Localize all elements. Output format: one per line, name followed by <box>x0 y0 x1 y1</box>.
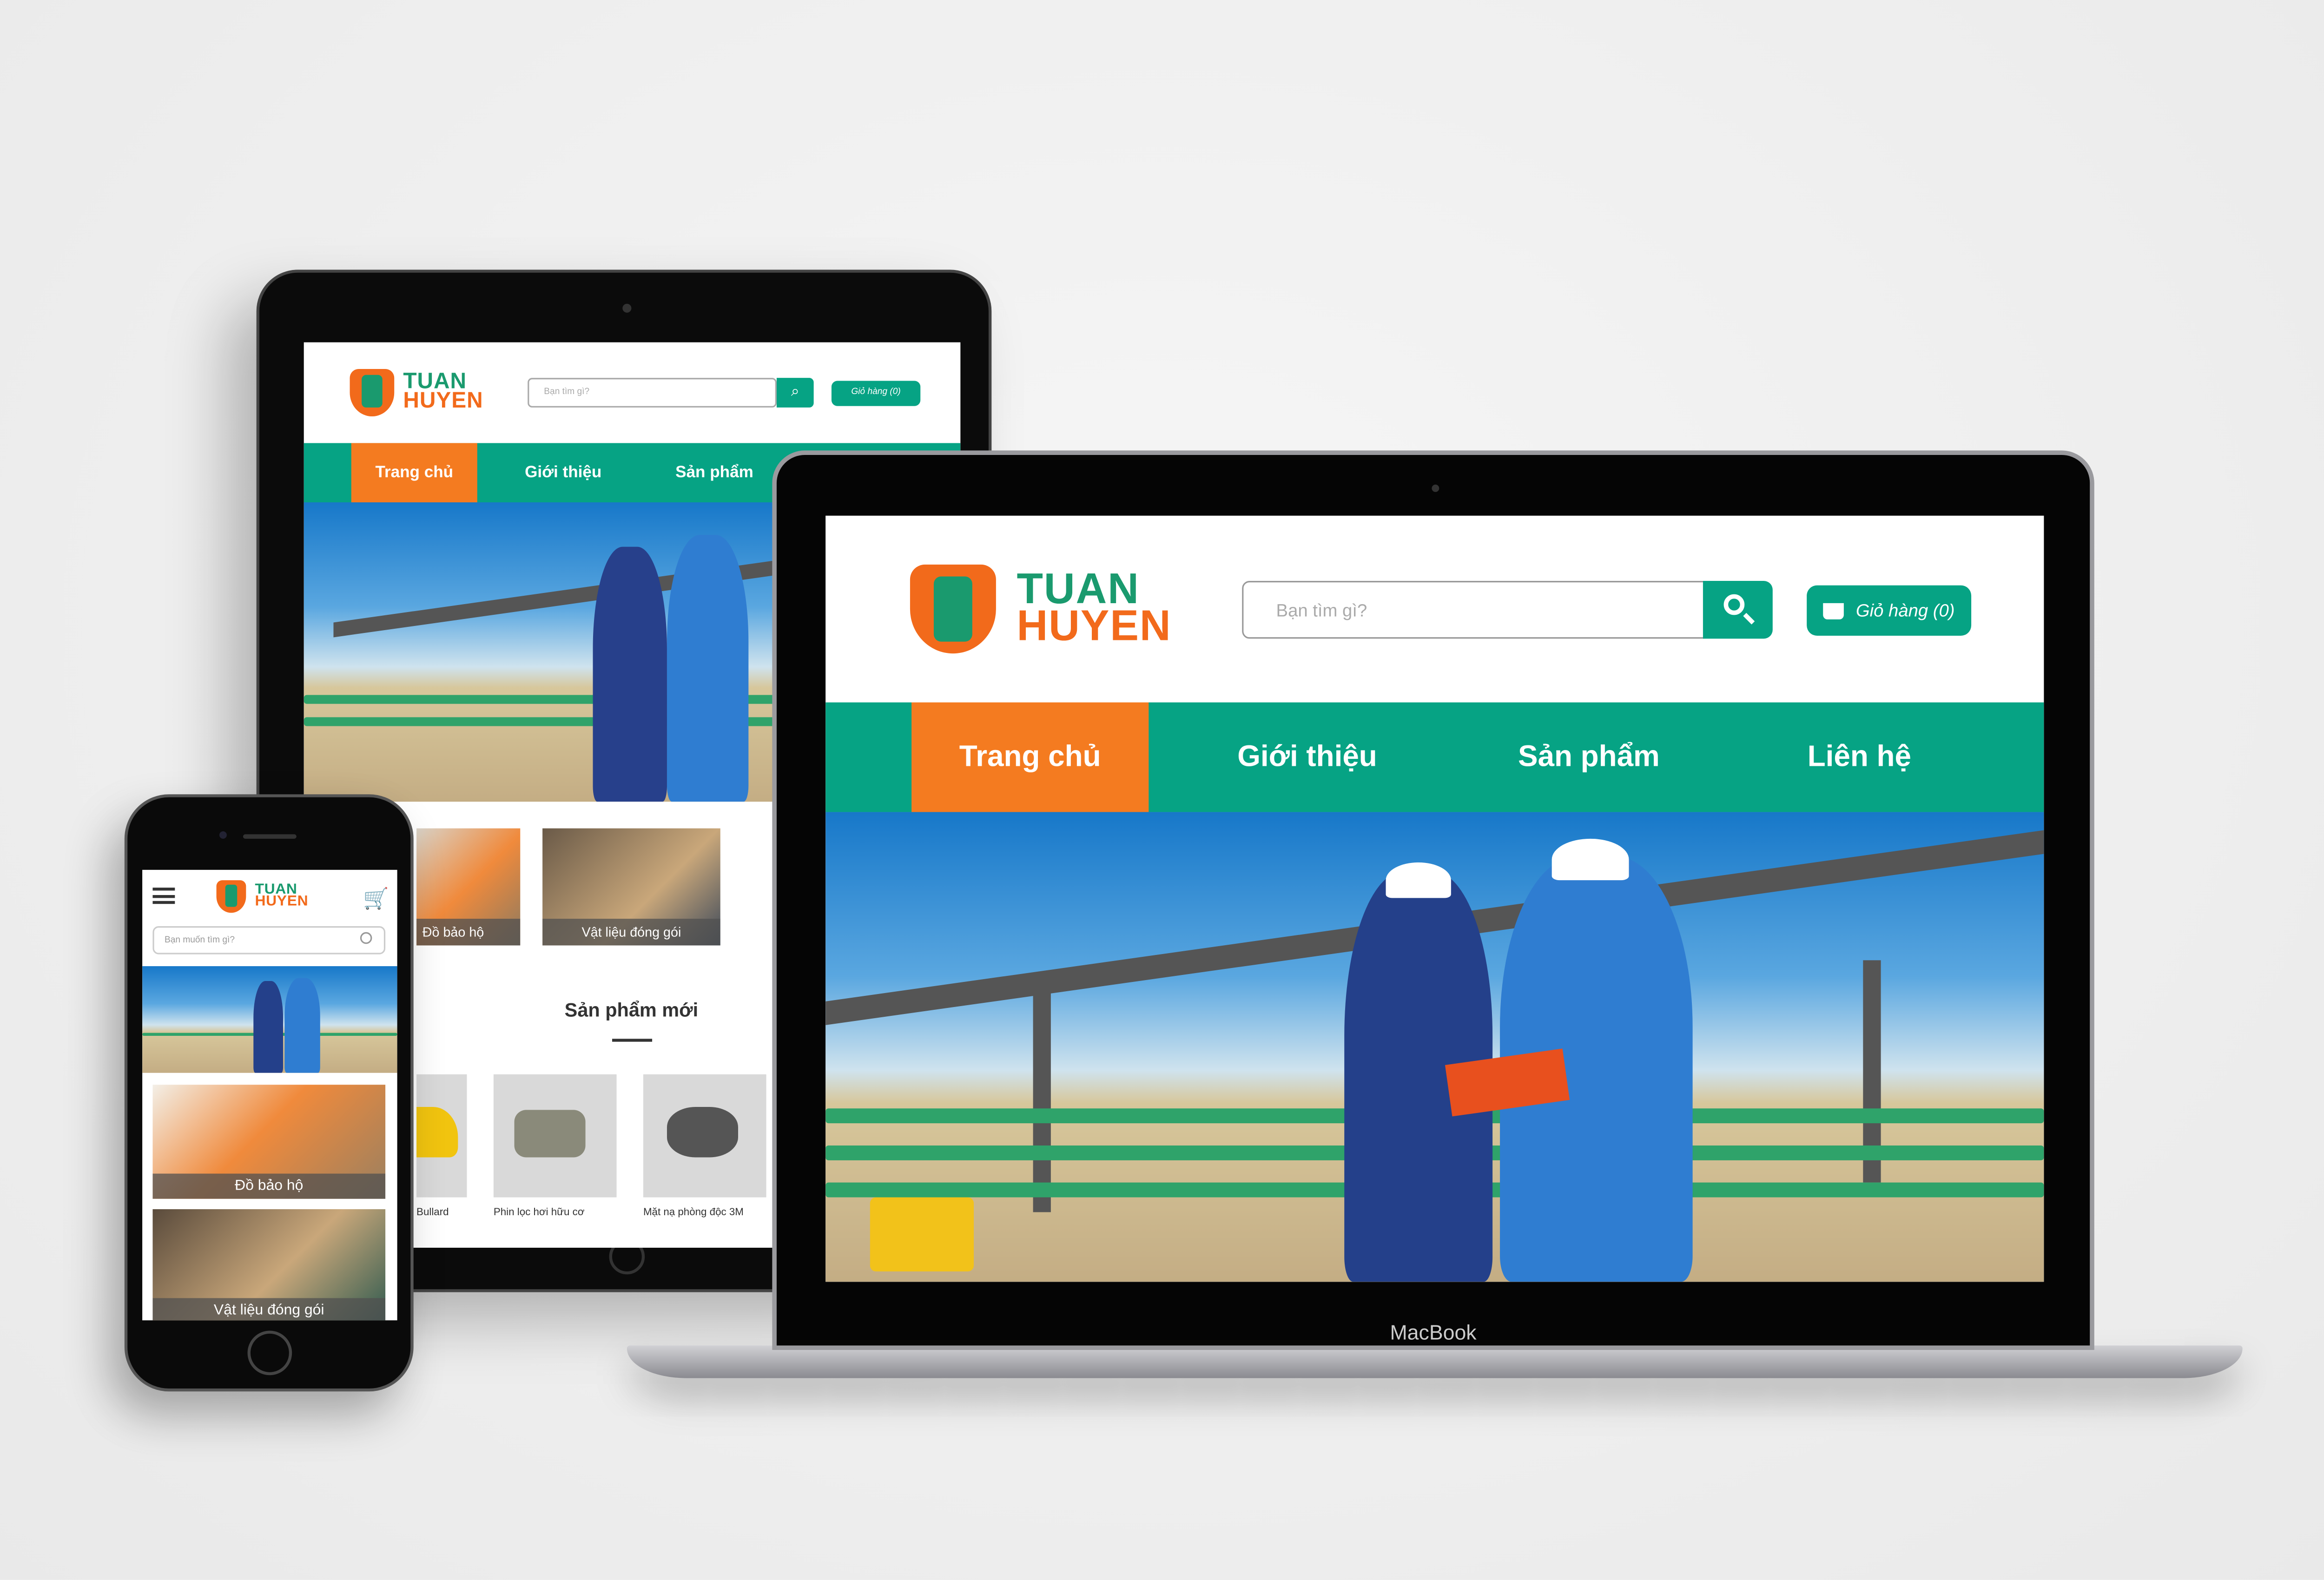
laptop-screen: TUAN HUYEN Bạn tìm gì? Giỏ hàng (0) Trang… <box>825 515 2044 1282</box>
phone-hero-image <box>142 966 397 1073</box>
phone-search-input[interactable]: Bạn muốn tìm gì? <box>152 926 386 955</box>
laptop-brand-label: MacBook <box>1390 1320 1477 1344</box>
phone-home-button[interactable] <box>247 1330 292 1376</box>
product-name[interactable]: Bullard <box>416 1208 449 1218</box>
product-card-image[interactable] <box>643 1074 766 1198</box>
nav-home[interactable]: Trang chủ <box>911 702 1149 812</box>
logo-shield-icon <box>350 369 395 417</box>
product-card-image[interactable] <box>493 1074 617 1198</box>
tablet-nav-products[interactable]: Sản phẩm <box>648 443 781 502</box>
hero-banner-image <box>825 812 2044 1282</box>
search-icon[interactable] <box>360 932 372 944</box>
logo-text-line2: HUYEN <box>255 893 309 910</box>
gas-mask-icon <box>667 1107 739 1158</box>
nav-products[interactable]: Sản phẩm <box>1463 702 1715 812</box>
product-name[interactable]: Mặt nạ phòng độc 3M <box>643 1208 744 1218</box>
product-name[interactable]: Phin lọc hơi hữu cơ <box>494 1208 585 1218</box>
phone-speaker <box>243 834 297 839</box>
tablet-category-card[interactable]: Vật liệu đóng gói <box>542 828 720 946</box>
helmet-icon <box>416 1107 458 1158</box>
logo-text-line2: HUYEN <box>403 388 483 414</box>
search-input[interactable]: Bạn tìm gì? <box>1242 581 1705 639</box>
tablet-camera <box>622 303 632 313</box>
phone-camera <box>219 831 227 839</box>
phone-device: TUAN HUYEN 🛒 Bạn muốn tìm gì? Đồ bảo hộ V… <box>124 794 414 1392</box>
tablet-search-button[interactable]: ⌕ <box>776 378 814 408</box>
tablet-nav-about[interactable]: Giới thiệu <box>496 443 630 502</box>
search-button[interactable] <box>1703 581 1773 639</box>
tablet-section-title: Sản phẩm mới <box>564 999 699 1021</box>
shopping-basket-icon <box>1823 602 1844 619</box>
cart-button[interactable]: Giỏ hàng (0) <box>1807 585 1972 636</box>
laptop-camera <box>1432 484 1439 492</box>
phone-logo[interactable]: TUAN HUYEN <box>216 880 309 913</box>
search-icon <box>1723 594 1745 615</box>
phone-category-card[interactable]: Đồ bảo hộ <box>152 1085 386 1199</box>
cart-label: Giỏ hàng (0) <box>1855 600 1955 621</box>
laptop-base <box>627 1345 2243 1378</box>
cart-icon[interactable]: 🛒 <box>363 886 389 911</box>
tablet-search-input[interactable]: Bạn tìm gì? <box>528 378 777 408</box>
site-logo[interactable]: TUAN HUYEN <box>910 564 1172 654</box>
gas-detector <box>870 1197 974 1271</box>
hamburger-menu-icon[interactable] <box>152 888 175 904</box>
phone-screen: TUAN HUYEN 🛒 Bạn muốn tìm gì? Đồ bảo hộ V… <box>142 869 397 1321</box>
main-nav-bar: Trang chủ Giới thiệu Sản phẩm Liên hệ <box>825 702 2044 812</box>
tablet-category-card[interactable]: Đồ bảo hộ <box>416 828 521 946</box>
nav-about[interactable]: Giới thiệu <box>1181 702 1433 812</box>
section-divider <box>612 1039 653 1042</box>
tablet-nav-home[interactable]: Trang chủ <box>351 443 477 503</box>
logo-shield-icon <box>216 880 246 913</box>
phone-category-card[interactable]: Vật liệu đóng gói <box>152 1209 386 1321</box>
tablet-logo[interactable]: TUAN HUYEN <box>350 369 483 417</box>
tablet-cart-button[interactable]: Giỏ hàng (0) <box>831 381 921 406</box>
filter-cartridge-icon <box>514 1110 586 1158</box>
nav-contact[interactable]: Liên hệ <box>1744 702 1974 812</box>
laptop-lid: MacBook TUAN HUYEN Bạn tìm gì? Giỏ hàng (… <box>772 450 2094 1350</box>
logo-text-line2: HUYEN <box>1017 603 1172 651</box>
product-card-image[interactable] <box>416 1074 467 1198</box>
logo-shield-icon <box>910 564 996 654</box>
